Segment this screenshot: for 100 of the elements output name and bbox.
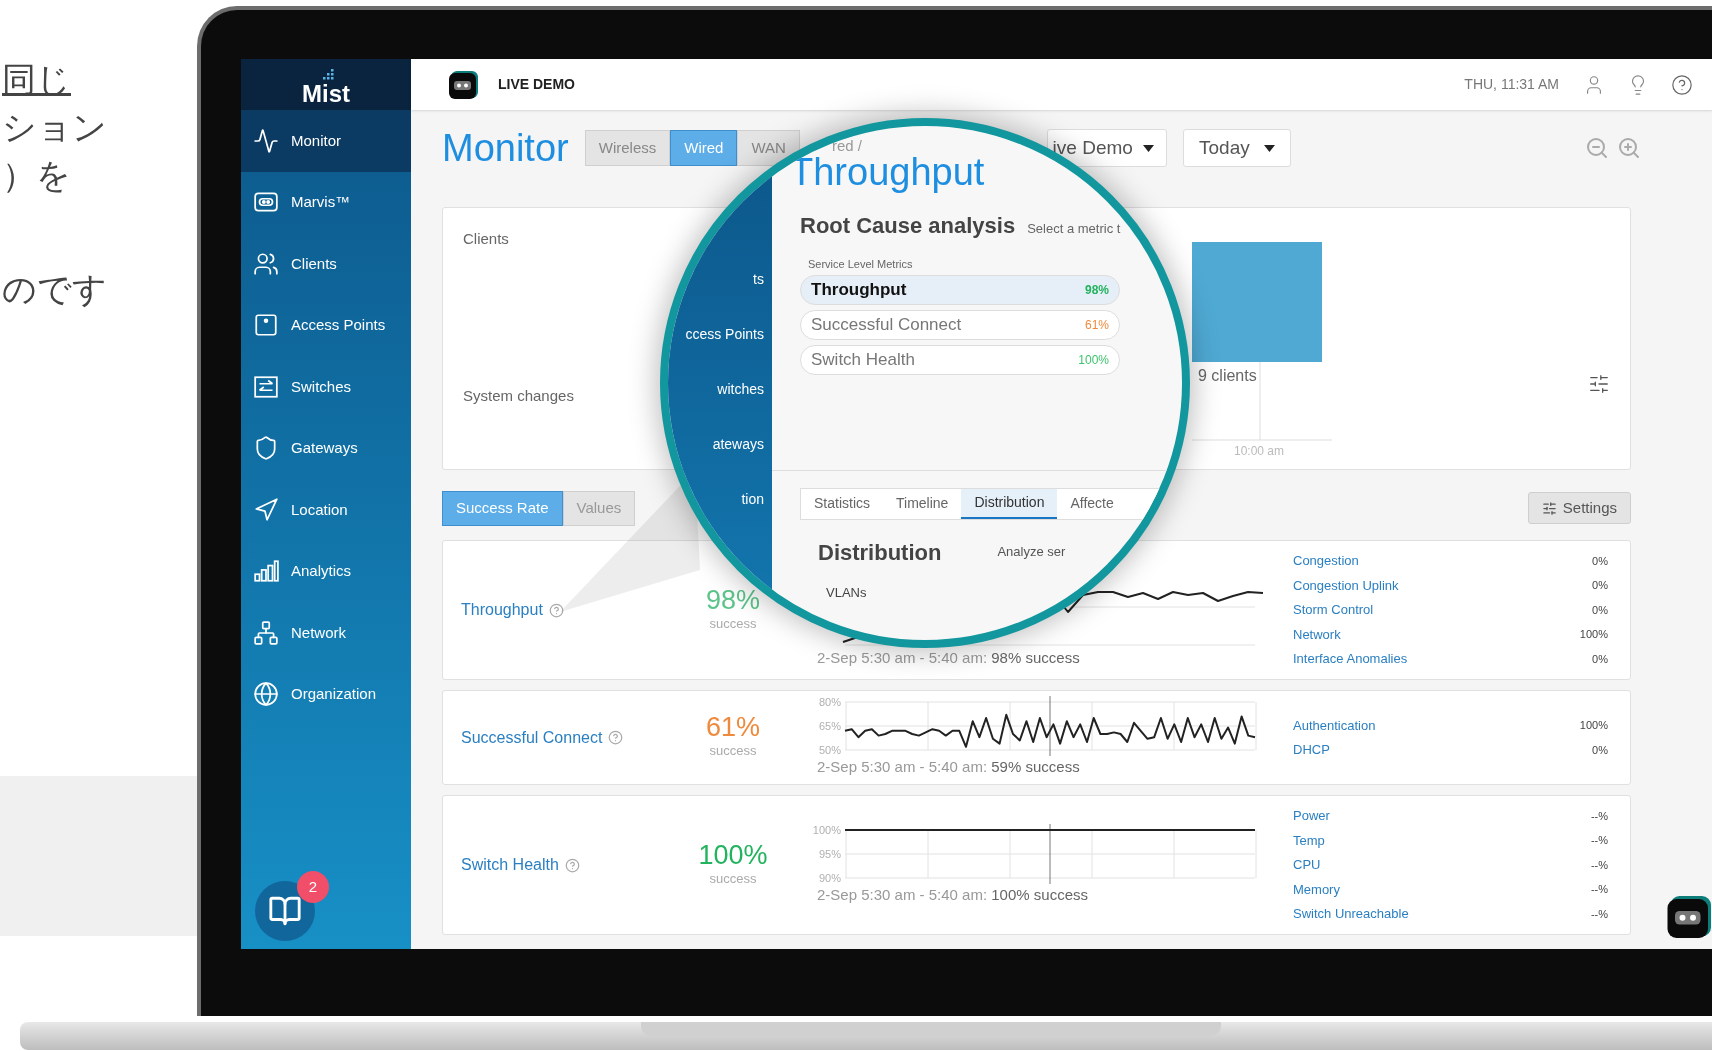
- sidebar-item[interactable]: Analytics: [241, 540, 411, 602]
- metric-sub-label: success: [709, 742, 757, 761]
- section-heading: Root Cause analysis: [800, 212, 1016, 240]
- sidebar-item[interactable]: Marvis™: [241, 171, 411, 233]
- factor-link[interactable]: Memory: [1293, 879, 1340, 900]
- sidebar-item[interactable]: Gateways: [241, 417, 411, 479]
- breadcrumb: red /: [832, 138, 862, 153]
- factor-link[interactable]: Congestion Uplink: [1293, 575, 1399, 596]
- factor-value: 100%: [1579, 627, 1608, 643]
- metric-sub-label: success: [709, 614, 757, 633]
- axis-tick-label: 95%: [818, 847, 841, 860]
- axis-tick-label: 90%: [818, 871, 841, 884]
- detail-tab[interactable]: Affecte: [1057, 488, 1127, 519]
- factor-link[interactable]: DHCP: [1293, 740, 1330, 760]
- chart-caption: 2-Sep 5:30 am - 5:40 am: 59% success: [817, 757, 1080, 778]
- site-dropdown[interactable]: ive Demo: [1046, 129, 1167, 167]
- metric-pill[interactable]: Throughput 98%: [800, 274, 1120, 305]
- caret-icon: [1142, 144, 1154, 152]
- section-label: Clients: [463, 229, 509, 249]
- period-dropdown[interactable]: Today: [1182, 129, 1291, 167]
- settings-button[interactable]: Settings: [1527, 492, 1631, 524]
- sidebar-item[interactable]: Organization: [241, 663, 411, 725]
- detail-tab[interactable]: Timeline: [883, 488, 962, 519]
- metric-sub-label: success: [709, 869, 757, 888]
- factor-value: --%: [1590, 833, 1608, 849]
- detail-tab[interactable]: Statistics: [801, 488, 883, 519]
- zoom-in-icon[interactable]: [1617, 136, 1641, 160]
- axis-tick-label: 50%: [818, 744, 841, 757]
- pill-percent: 100%: [1078, 351, 1109, 369]
- metric-name[interactable]: Switch Health: [461, 853, 559, 877]
- section-label: System changes: [463, 385, 574, 406]
- factor-value: 0%: [1592, 602, 1608, 618]
- metric-pill[interactable]: Successful Connect 61%: [800, 309, 1120, 340]
- pill-percent: 61%: [1084, 316, 1109, 334]
- sidebar-item[interactable]: ccess Points: [685, 323, 764, 345]
- sidebar-item[interactable]: ts: [753, 268, 764, 290]
- bar-chart-icon: [253, 558, 279, 585]
- users-icon: [253, 250, 279, 277]
- analyze-label: Analyze ser: [997, 543, 1066, 562]
- filter-icon[interactable]: [1588, 372, 1610, 395]
- factor-link[interactable]: Storm Control: [1293, 600, 1374, 620]
- zoom-out-icon[interactable]: [1585, 136, 1609, 160]
- pulse-icon: [253, 127, 279, 154]
- help-book-button[interactable]: [255, 881, 315, 941]
- pill-percent: 98%: [1084, 281, 1109, 299]
- factor-link[interactable]: Temp: [1293, 830, 1325, 851]
- factor-link[interactable]: Network: [1293, 624, 1341, 645]
- help-icon[interactable]: [1671, 73, 1693, 96]
- robot-logo-icon[interactable]: [448, 68, 480, 101]
- sliders-icon: [1541, 500, 1557, 516]
- shield-icon: [253, 435, 279, 462]
- chart-caption: 2-Sep 5:30 am - 5:40 am: 100% success: [817, 884, 1088, 905]
- logo-text: Mist: [302, 82, 350, 106]
- group-label: VLANs: [826, 583, 868, 602]
- factor-value: 100%: [1579, 718, 1608, 733]
- intro-text: ）を: [2, 158, 72, 192]
- sidebar-item[interactable]: Clients: [241, 233, 411, 295]
- metric-name[interactable]: Throughput: [461, 598, 543, 622]
- tab[interactable]: Wired: [670, 130, 738, 166]
- chart-caption: 2-Sep 5:30 am - 5:40 am: 98% success: [817, 647, 1080, 668]
- chat-bot-icon[interactable]: [1666, 893, 1712, 941]
- sidebar-item[interactable]: Network: [241, 602, 411, 664]
- factor-value: --%: [1590, 808, 1608, 824]
- caret-icon: [1263, 144, 1275, 152]
- intro-text: ション: [2, 110, 108, 144]
- factor-link[interactable]: Power: [1293, 806, 1330, 826]
- metric-name[interactable]: Successful Connect: [461, 725, 603, 750]
- metrics-label: Service Level Metrics: [808, 257, 914, 272]
- intro-text: のです: [2, 272, 108, 306]
- sidebar-item[interactable]: tion: [741, 488, 764, 510]
- factor-link[interactable]: Authentication: [1293, 715, 1376, 735]
- sidebar-item[interactable]: Monitor: [241, 110, 411, 172]
- sidebar-item[interactable]: Switches: [241, 356, 411, 418]
- factor-value: --%: [1590, 882, 1608, 898]
- page-title: Monitor: [442, 125, 569, 171]
- tab[interactable]: Wireless: [584, 130, 671, 166]
- metric-percent: 100%: [698, 841, 768, 869]
- factor-link[interactable]: Switch Unreachable: [1293, 904, 1409, 924]
- metric-pill[interactable]: Switch Health 100%: [800, 344, 1120, 375]
- hint-text: Select a metric t: [1027, 220, 1121, 238]
- sidebar-item[interactable]: Location: [241, 479, 411, 541]
- network-icon: [253, 619, 279, 646]
- notification-badge: 2: [297, 871, 329, 903]
- view-toggle[interactable]: Success Rate: [442, 490, 563, 526]
- factor-link[interactable]: Congestion: [1293, 551, 1359, 571]
- detail-tab[interactable]: Distribution: [961, 488, 1058, 519]
- globe-icon: [253, 681, 279, 708]
- factor-value: 0%: [1592, 553, 1608, 569]
- factor-link[interactable]: CPU: [1293, 855, 1321, 875]
- axis-tick-label: 100%: [812, 823, 841, 836]
- header-title: LIVE DEMO: [498, 75, 575, 94]
- sidebar-item[interactable]: witches: [717, 378, 764, 400]
- metric-percent: 98%: [705, 586, 760, 614]
- factor-value: 0%: [1592, 651, 1608, 667]
- sidebar-item[interactable]: Access Points: [241, 294, 411, 356]
- sidebar-item[interactable]: ateways: [712, 433, 764, 455]
- factor-link[interactable]: Interface Anomalies: [1293, 649, 1408, 669]
- factor-value: 0%: [1592, 578, 1608, 594]
- date-time: THU, 11:31 AM: [1464, 75, 1559, 94]
- clients-count: 9 clients: [1198, 366, 1257, 386]
